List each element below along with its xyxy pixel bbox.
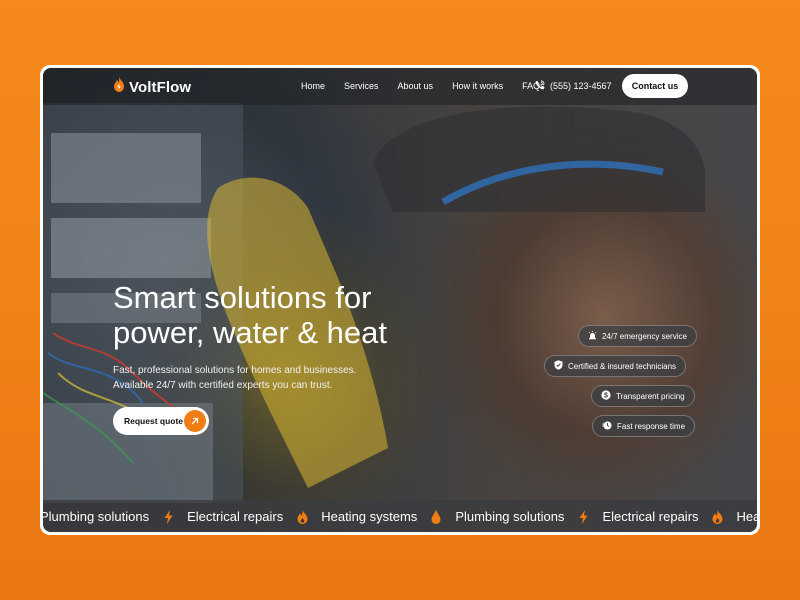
- hero-section: VoltFlow Home Services About us How it w…: [43, 68, 757, 532]
- browser-frame: VoltFlow Home Services About us How it w…: [40, 65, 760, 535]
- ticker-item: Electrical repairs: [602, 509, 699, 524]
- flame-icon: [710, 509, 726, 524]
- ticker-item: Heating systems: [321, 509, 418, 524]
- siren-icon: [588, 330, 597, 342]
- dollar-icon: $: [601, 390, 611, 402]
- brand-name: VoltFlow: [129, 78, 192, 96]
- ticker-track: Plumbing solutions Electrical repairs He…: [43, 509, 757, 524]
- contact-us-label: Contact us: [631, 81, 679, 91]
- nav-link-about-us[interactable]: About us: [398, 81, 434, 91]
- contact-us-button[interactable]: Contact us: [622, 74, 688, 98]
- feature-pill-pricing: $ Transparent pricing: [591, 385, 695, 407]
- phone-link[interactable]: (555) 123-4567: [535, 80, 612, 92]
- ticker-item: Electrical repairs: [187, 509, 284, 524]
- nav-links: Home Services About us How it works FAQs: [301, 81, 564, 91]
- feature-label: Fast response time: [617, 421, 686, 431]
- hero-headline-line-1: Smart solutions for: [113, 280, 372, 315]
- hero-description-line-2: Available 24/7 with certified experts yo…: [113, 380, 333, 391]
- ticker-item: Plumbing solutions: [455, 509, 565, 524]
- stopwatch-icon: [602, 420, 612, 432]
- hero-headline-line-2: power, water & heat: [113, 315, 387, 350]
- shield-check-icon: [554, 360, 563, 372]
- svg-text:$: $: [604, 393, 608, 400]
- bolt-icon: [575, 509, 591, 524]
- feature-pill-emergency: 24/7 emergency service: [578, 325, 697, 347]
- feature-label: Transparent pricing: [616, 391, 685, 401]
- brand-logo[interactable]: VoltFlow: [113, 77, 191, 97]
- hero-headline: Smart solutions for power, water & heat: [113, 280, 433, 350]
- hero-description-line-1: Fast, professional solutions for homes a…: [113, 365, 357, 376]
- request-quote-button[interactable]: Request quote: [113, 407, 209, 435]
- feature-label: 24/7 emergency service: [602, 331, 687, 341]
- phone-icon: [535, 80, 545, 92]
- ticker-item: Heating systems: [736, 509, 757, 524]
- flame-bolt-icon: [113, 77, 125, 97]
- flame-icon: [294, 509, 310, 524]
- bolt-icon: [160, 509, 176, 524]
- request-quote-label: Request quote: [124, 416, 184, 426]
- feature-label: Certified & insured technicians: [568, 361, 677, 371]
- feature-pill-certified: Certified & insured technicians: [544, 355, 687, 377]
- nav-link-services[interactable]: Services: [344, 81, 379, 91]
- ticker-item: Plumbing solutions: [43, 509, 150, 524]
- nav-link-how-it-works[interactable]: How it works: [452, 81, 503, 91]
- drop-icon: [428, 509, 444, 524]
- top-nav-bar: VoltFlow Home Services About us How it w…: [43, 68, 757, 105]
- arrow-up-right-icon: [184, 410, 206, 432]
- services-ticker: Plumbing solutions Electrical repairs He…: [43, 500, 757, 532]
- hero-description: Fast, professional solutions for homes a…: [113, 363, 356, 393]
- phone-number: (555) 123-4567: [550, 81, 612, 91]
- feature-pill-response: Fast response time: [592, 415, 696, 437]
- nav-link-home[interactable]: Home: [301, 81, 325, 91]
